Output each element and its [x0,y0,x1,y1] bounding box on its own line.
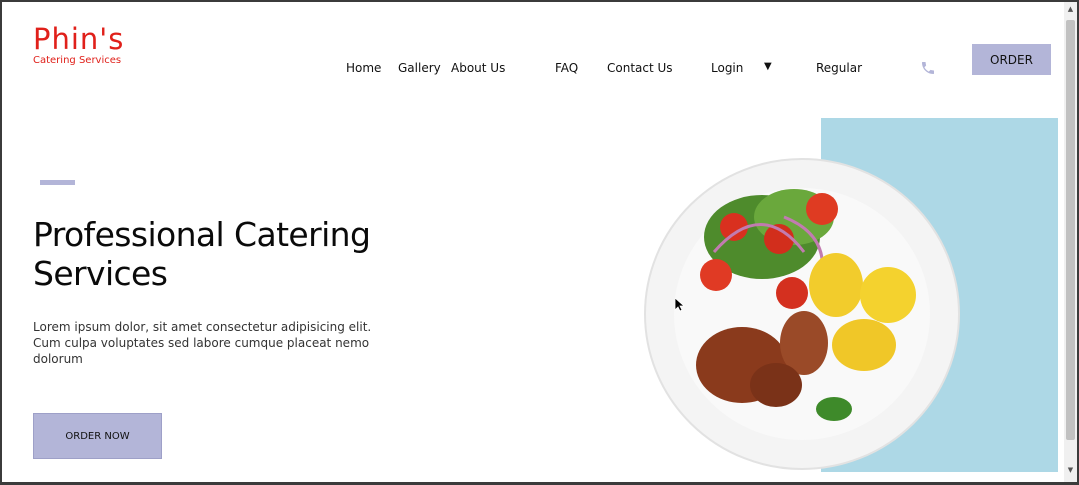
caret-down-icon[interactable]: ▼ [764,61,772,72]
mouse-cursor-icon [675,298,685,312]
nav-regular[interactable]: Regular [816,61,862,75]
order-button[interactable]: ORDER [972,44,1051,75]
brand-logo[interactable]: Phin's Catering Services [33,24,124,66]
brand-tagline: Catering Services [33,55,122,66]
nav-about-us[interactable]: About Us [451,61,505,75]
scroll-up-icon[interactable]: ▲ [1066,5,1075,14]
hero-text: Lorem ipsum dolor, sit amet consectetur … [33,320,372,366]
nav-contact-us[interactable]: Contact Us [607,61,673,75]
nav-home[interactable]: Home [346,61,381,75]
order-now-button[interactable]: ORDER NOW [33,413,162,459]
phone-icon[interactable] [920,60,936,76]
food-plate-image [644,158,960,470]
brand-name: Phin's [33,22,125,56]
accent-bar [40,180,75,185]
scroll-down-icon[interactable]: ▼ [1066,466,1075,475]
scrollbar-thumb[interactable] [1066,20,1075,440]
nav-faq[interactable]: FAQ [555,61,578,75]
nav-gallery[interactable]: Gallery [398,61,441,75]
nav-login[interactable]: Login [711,61,743,75]
hero-title: Professional Catering Services [33,215,371,293]
